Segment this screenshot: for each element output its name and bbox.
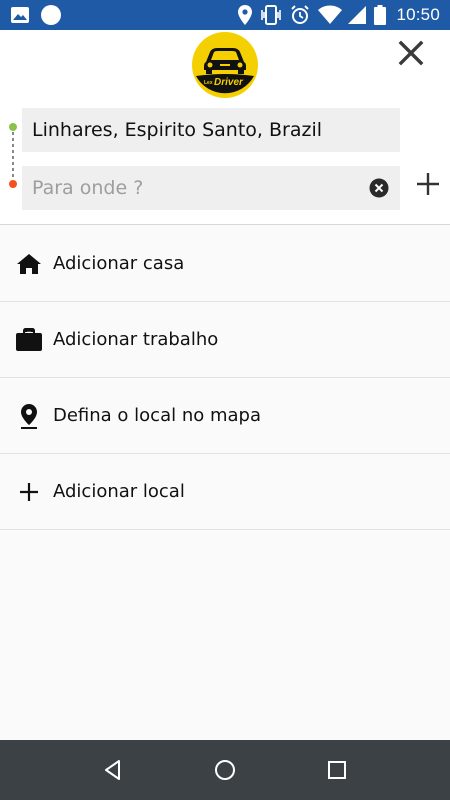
set-on-map-item[interactable]: Defina o local no mapa <box>0 378 450 454</box>
set-on-map-label: Defina o local no mapa <box>53 405 261 426</box>
home-circle-icon <box>213 760 237 786</box>
add-place-label: Adicionar local <box>53 481 185 502</box>
circle-icon <box>40 4 62 26</box>
signal-icon <box>348 6 367 24</box>
app-logo: Lex Driver <box>192 32 258 98</box>
alarm-icon <box>290 5 310 25</box>
status-time: 10:50 <box>396 5 440 24</box>
briefcase-icon <box>16 327 42 353</box>
add-place-item[interactable]: Adicionar local <box>0 454 450 530</box>
back-icon <box>101 760 125 786</box>
route-header: Lex Driver Linhares, Espirito Santo, Bra… <box>0 30 450 225</box>
clear-icon <box>369 178 389 202</box>
add-stop-button[interactable] <box>414 170 442 198</box>
status-right-icons: 10:50 <box>238 0 440 30</box>
wifi-icon <box>318 5 343 25</box>
nav-recents-button[interactable] <box>325 758 349 782</box>
location-icon <box>238 5 253 25</box>
route-connector <box>8 122 18 190</box>
add-work-item[interactable]: Adicionar trabalho <box>0 302 450 378</box>
destination-input[interactable] <box>22 166 362 210</box>
destination-field-container <box>22 166 400 210</box>
nav-back-button[interactable] <box>101 758 125 782</box>
clear-destination-button[interactable] <box>369 178 389 198</box>
add-work-label: Adicionar trabalho <box>53 329 219 350</box>
add-home-label: Adicionar casa <box>53 253 185 274</box>
status-bar: 10:50 <box>0 0 450 30</box>
place-options-list: Adicionar casa Adicionar trabalho Defina… <box>0 226 450 530</box>
system-nav-bar <box>0 740 450 800</box>
home-icon <box>16 251 42 277</box>
battery-icon <box>374 5 387 25</box>
plus-icon <box>16 479 42 505</box>
image-icon <box>10 5 30 25</box>
svg-text:Lex: Lex <box>204 80 213 86</box>
recents-icon <box>325 761 349 786</box>
svg-text:Driver: Driver <box>214 77 244 88</box>
map-pin-icon <box>16 403 42 429</box>
status-left-icons <box>10 4 62 26</box>
close-button[interactable] <box>394 36 428 70</box>
add-home-item[interactable]: Adicionar casa <box>0 226 450 302</box>
nav-home-button[interactable] <box>213 758 237 782</box>
vibrate-icon <box>260 5 282 25</box>
origin-field[interactable]: Linhares, Espirito Santo, Brazil <box>22 108 400 152</box>
plus-icon <box>414 173 442 202</box>
close-icon <box>394 40 428 74</box>
origin-text: Linhares, Espirito Santo, Brazil <box>32 119 323 141</box>
